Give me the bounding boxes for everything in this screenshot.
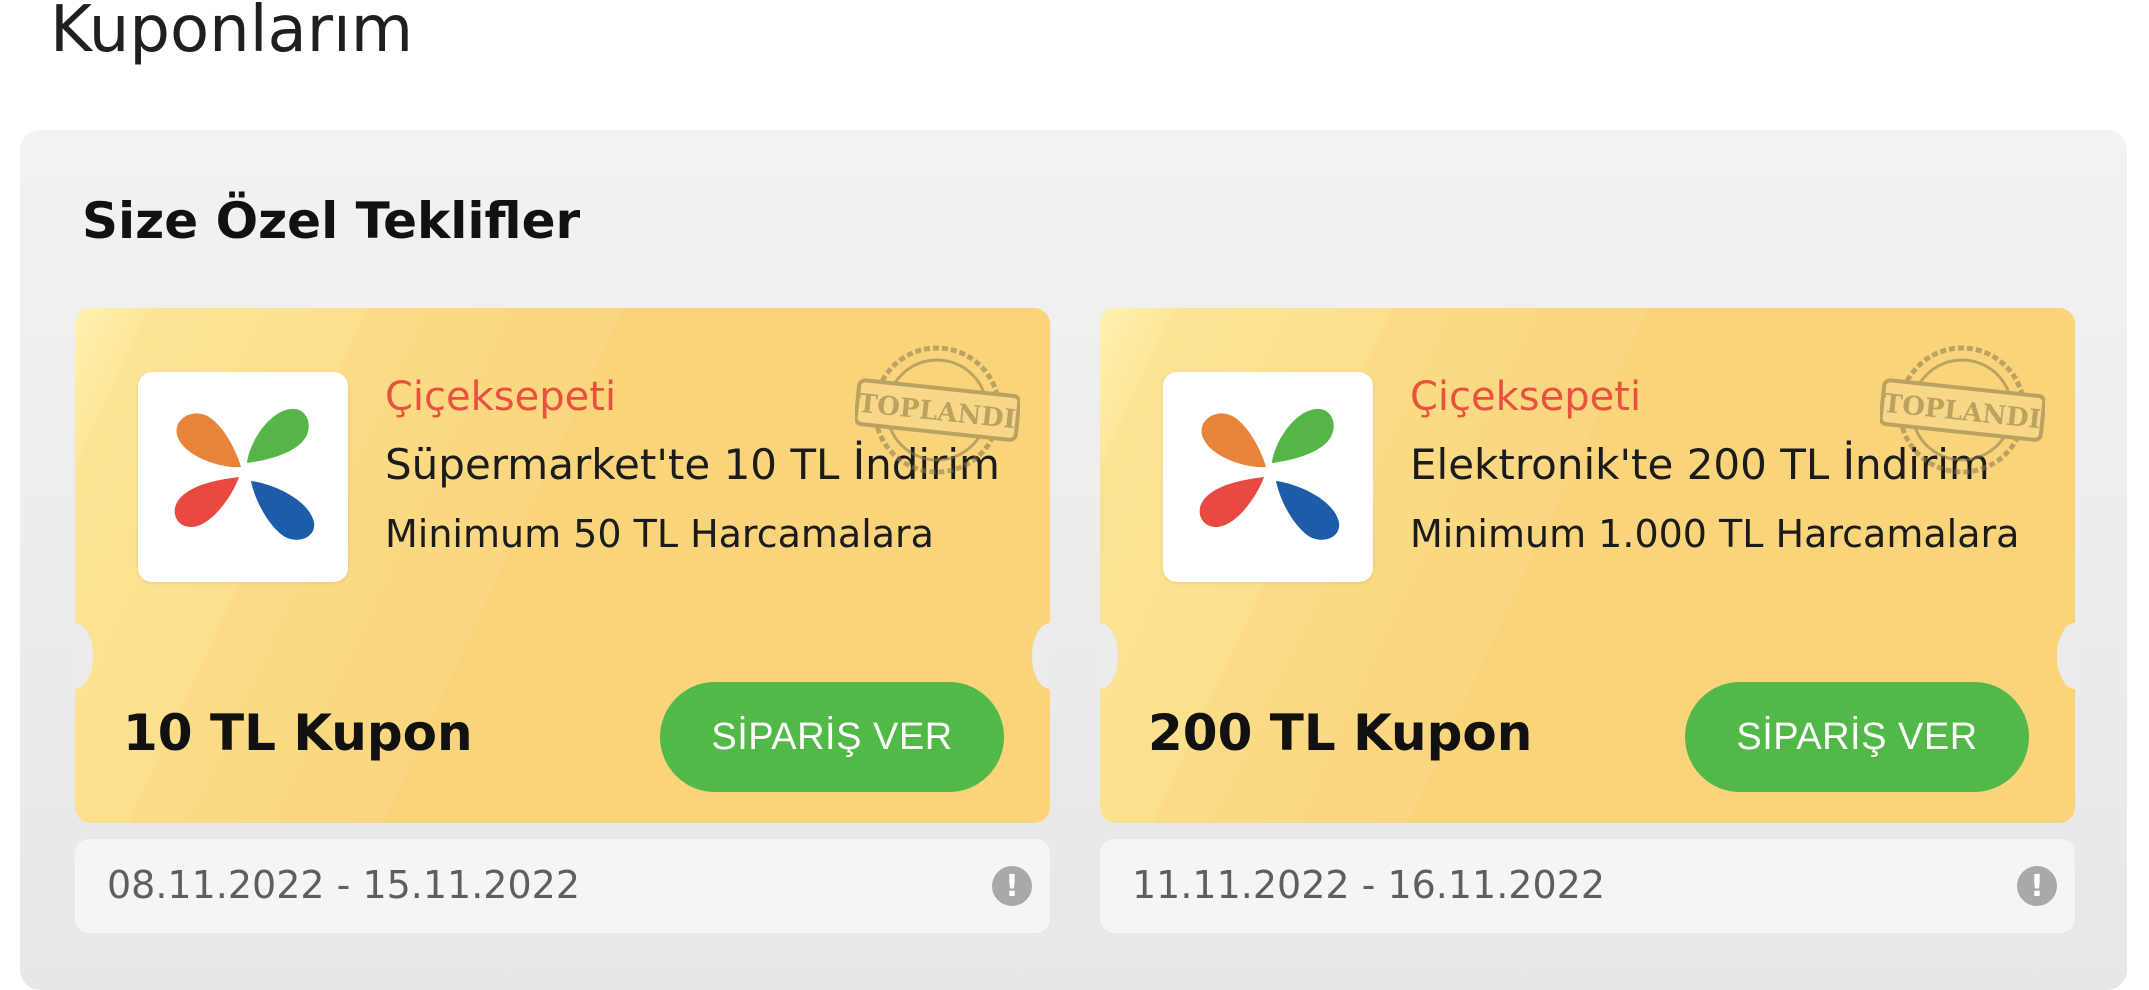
validity-bar: 11.11.2022 - 16.11.2022 !: [1100, 839, 2075, 933]
ciceksepeti-logo-icon: [1199, 408, 1340, 540]
info-icon[interactable]: !: [2017, 866, 2057, 906]
coupon-amount: 10 TL Kupon: [123, 704, 473, 762]
coupon-ticket: Çiçeksepeti Süpermarket'te 10 TL İndirim…: [75, 308, 1050, 823]
brand-name: Çiçeksepeti: [1410, 374, 1642, 420]
date-range: 08.11.2022 - 15.11.2022: [107, 863, 581, 907]
collected-stamp: TOPLANDI: [1880, 345, 2045, 475]
validity-bar: 08.11.2022 - 15.11.2022 !: [75, 839, 1050, 933]
minimum-spend: Minimum 50 TL Harcamalara: [385, 512, 934, 556]
offers-panel: Size Özel Teklifler Çiçeksepeti Süpermar…: [20, 130, 2127, 990]
order-button[interactable]: SİPARİŞ VER: [660, 682, 1004, 792]
brand-logo: [138, 372, 348, 582]
coupon-card: Çiçeksepeti Elektronik'te 200 TL İndirim…: [1100, 308, 2075, 933]
brand-logo: [1163, 372, 1373, 582]
date-range: 11.11.2022 - 16.11.2022: [1132, 863, 1606, 907]
ciceksepeti-logo-icon: [174, 408, 315, 540]
brand-name: Çiçeksepeti: [385, 374, 617, 420]
coupon-ticket: Çiçeksepeti Elektronik'te 200 TL İndirim…: [1100, 308, 2075, 823]
minimum-spend: Minimum 1.000 TL Harcamalara: [1410, 512, 2020, 556]
coupon-card: Çiçeksepeti Süpermarket'te 10 TL İndirim…: [75, 308, 1050, 933]
order-button[interactable]: SİPARİŞ VER: [1685, 682, 2029, 792]
coupon-amount: 200 TL Kupon: [1148, 704, 1533, 762]
section-title: Size Özel Teklifler: [82, 192, 581, 250]
collected-stamp: TOPLANDI: [855, 345, 1020, 475]
page-title: Kuponlarım: [50, 0, 414, 67]
info-icon[interactable]: !: [992, 866, 1032, 906]
